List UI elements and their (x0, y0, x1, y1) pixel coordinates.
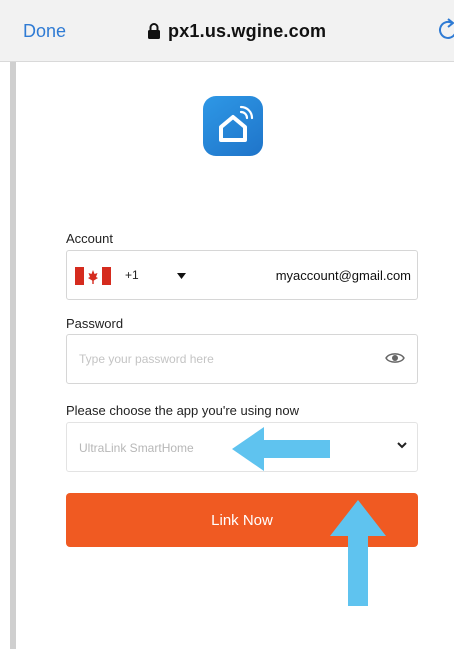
lock-icon (148, 23, 160, 39)
canada-flag-icon (75, 267, 111, 285)
annotation-arrow-left-icon (232, 427, 330, 471)
annotation-arrow-up-icon (330, 500, 386, 606)
url-bar[interactable]: px1.us.wgine.com (147, 19, 326, 43)
chevron-down-icon (397, 442, 407, 449)
url-text: px1.us.wgine.com (168, 20, 327, 41)
caret-down-icon (177, 273, 186, 279)
account-input[interactable] (257, 251, 417, 299)
app-select-value: UltraLink SmartHome (79, 441, 194, 455)
account-field-row: +1 (66, 250, 418, 300)
app-choice-label: Please choose the app you're using now (66, 403, 300, 418)
reload-icon[interactable] (438, 18, 454, 42)
eye-icon[interactable] (385, 351, 405, 365)
account-label: Account (66, 231, 113, 246)
page-edge-bar (10, 62, 16, 649)
browser-toolbar: Done px1.us.wgine.com (0, 0, 454, 62)
smart-home-icon (203, 96, 263, 156)
dial-code: +1 (125, 268, 139, 282)
password-input[interactable] (67, 335, 367, 383)
password-label: Password (66, 316, 124, 331)
password-field-row (66, 334, 418, 384)
done-button[interactable]: Done (23, 21, 66, 42)
country-code-select[interactable]: +1 (67, 251, 193, 299)
